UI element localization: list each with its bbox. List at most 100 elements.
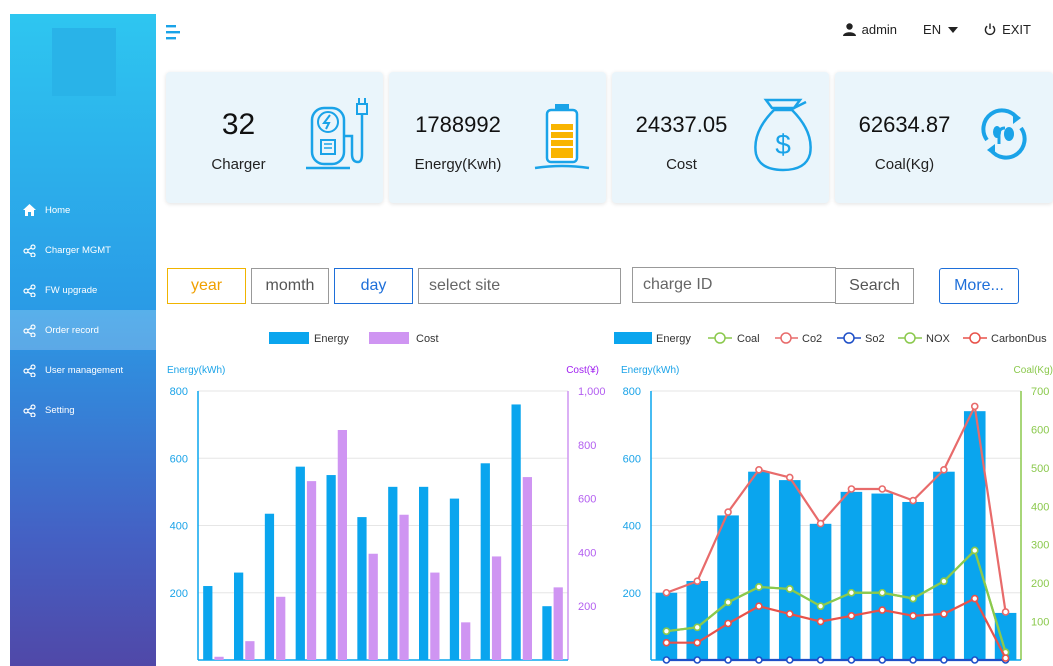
left-tick-label: 600: [623, 453, 641, 465]
cost-bar: [337, 430, 347, 660]
energy-bar: [778, 480, 801, 660]
energy-bar: [963, 411, 986, 660]
right-tick-label: 700: [1031, 386, 1049, 398]
left-tick-label: 400: [623, 521, 641, 533]
cost-bar: [245, 641, 255, 660]
carbondus-point: [662, 638, 671, 647]
cost-bar: [399, 514, 409, 660]
legend-coal-marker: [714, 332, 726, 344]
right-tick-label: 400: [578, 547, 596, 559]
so2-point: [785, 656, 794, 664]
so2-point: [755, 656, 763, 664]
legend-so2-label: So2: [865, 333, 885, 345]
energy-bar: [809, 523, 832, 660]
chart2-ylabel-left: Energy(kWh): [621, 365, 679, 376]
cost-bar: [276, 596, 286, 660]
legend-nox-marker: [904, 332, 916, 344]
cost-bar: [214, 656, 224, 660]
right-tick-label: 300: [1031, 540, 1049, 552]
energy-bar: [449, 498, 460, 660]
nox-point: [878, 588, 887, 597]
legend-energy-swatch: [614, 332, 652, 344]
so2-point: [940, 656, 948, 664]
co2-point: [909, 496, 917, 505]
energy-bar: [542, 606, 552, 660]
so2-point: [909, 656, 917, 664]
energy-bar: [717, 515, 739, 660]
carbondus-point: [724, 619, 732, 628]
energy-bar: [511, 404, 521, 660]
co2-point: [755, 465, 763, 474]
carbondus-point: [693, 638, 702, 647]
so2-point: [816, 656, 825, 664]
chart2-ylabel-right: Coal(Kg): [1014, 365, 1053, 376]
energy-bar: [357, 517, 367, 660]
energy-bar: [419, 486, 429, 660]
carbondus-point: [1001, 654, 1010, 662]
cost-bar: [368, 553, 378, 660]
left-tick-label: 200: [623, 588, 641, 600]
co2-point: [662, 588, 671, 597]
co2-point: [816, 519, 825, 528]
nox-point: [785, 585, 794, 593]
energy-bar: [326, 475, 336, 660]
legend-carbondust-marker: [969, 332, 981, 344]
co2-point: [1001, 608, 1010, 616]
carbondus-point: [940, 610, 948, 618]
energy-bar: [933, 471, 955, 660]
legend-co2-marker: [780, 332, 792, 344]
left-tick-label: 200: [170, 588, 188, 600]
right-tick-label: 400: [1031, 501, 1049, 513]
co2-point: [693, 577, 702, 586]
so2-point: [724, 656, 732, 664]
legend-so2-marker: [843, 332, 855, 344]
cost-bar: [522, 477, 532, 660]
nox-point: [662, 627, 671, 635]
carbondus-point: [785, 610, 794, 618]
cost-bar: [461, 622, 471, 660]
co2-point: [785, 473, 794, 482]
left-tick-label: 400: [170, 521, 188, 533]
legend-nox-label: NOX: [926, 333, 951, 345]
carbondus-point: [878, 606, 887, 614]
legend-energy-swatch: [269, 332, 309, 344]
legend-cost-swatch: [369, 332, 409, 344]
co2-point: [847, 485, 856, 493]
right-tick-label: 500: [1031, 463, 1049, 475]
nox-point: [816, 602, 825, 611]
right-tick-label: 800: [578, 440, 596, 452]
carbondus-point: [816, 617, 825, 626]
left-tick-label: 800: [623, 386, 641, 398]
nox-point: [755, 583, 763, 591]
so2-point: [847, 656, 856, 664]
co2-point: [724, 508, 732, 516]
energy-bar: [203, 586, 213, 660]
chart1-ylabel-right: Cost(¥): [566, 365, 599, 376]
carbondus-point: [847, 612, 856, 620]
energy-bar: [840, 491, 863, 660]
cost-bar: [306, 481, 317, 660]
nox-point: [909, 594, 917, 603]
nox-point: [693, 623, 702, 632]
chart1-plot: 200 400 600 800 200 400 600 800 1,000: [170, 386, 606, 661]
nox-point: [940, 577, 948, 586]
co2-point: [878, 485, 887, 493]
energy-bar: [902, 501, 924, 660]
left-tick-label: 800: [170, 386, 188, 398]
nox-point: [847, 588, 856, 597]
nox-point: [724, 598, 732, 607]
so2-point: [693, 656, 702, 664]
carbondus-point: [909, 612, 917, 620]
energy-bar: [748, 471, 770, 660]
cost-bar: [430, 572, 440, 660]
energy-bar: [655, 592, 678, 660]
right-tick-label: 1,000: [578, 386, 606, 398]
cost-bar: [553, 587, 563, 660]
right-tick-label: 600: [578, 494, 596, 506]
charts-layer: Energy Cost Energy(kWh) Cost(¥) 200 400 60…: [167, 332, 1053, 664]
energy-bar: [480, 463, 490, 660]
energy-bar: [388, 486, 398, 660]
energy-bar: [264, 513, 275, 660]
carbondus-point: [755, 602, 763, 611]
legend-coal-label: Coal: [737, 333, 760, 345]
